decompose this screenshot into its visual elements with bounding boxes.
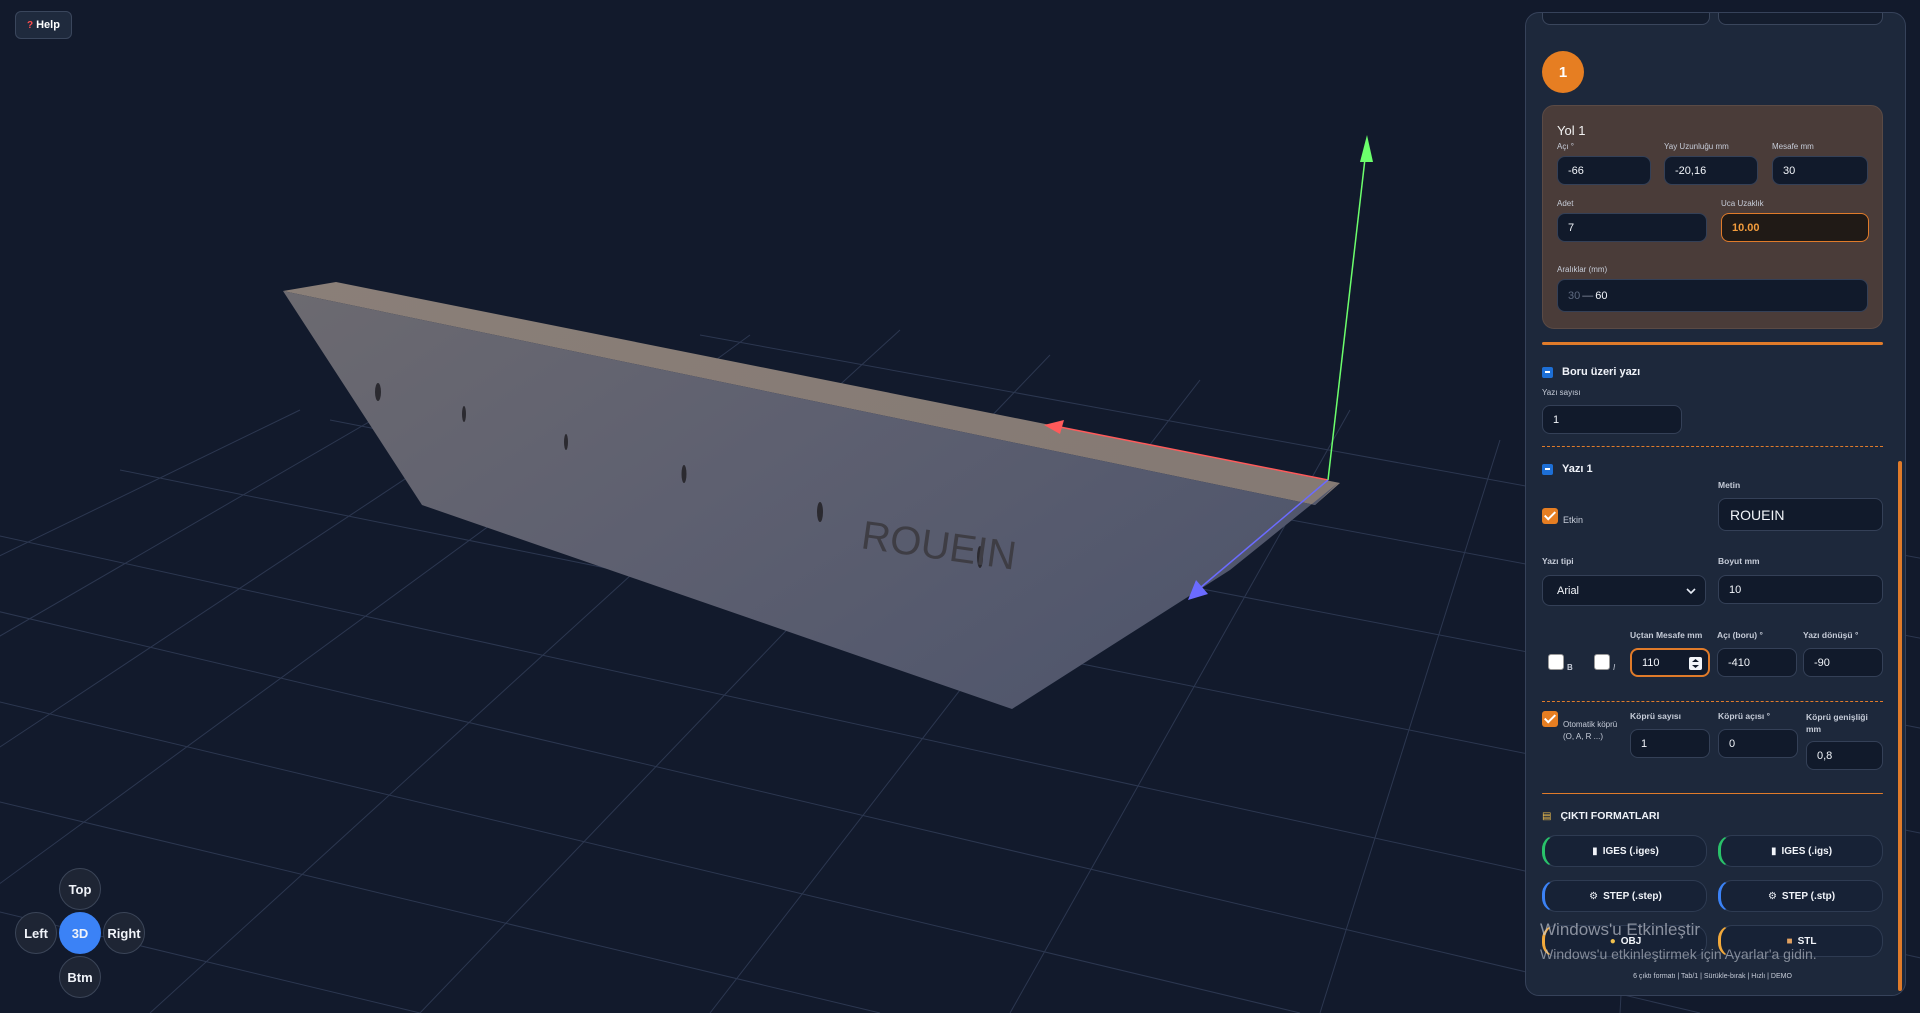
bridge-count-label: Köprü sayısı [1630, 711, 1682, 721]
dashed-divider [1542, 701, 1883, 702]
spinner-icon[interactable] [1689, 657, 1702, 670]
bridge-angle-label: Köprü açısı ° [1718, 711, 1771, 721]
italic-checkbox[interactable] [1594, 654, 1610, 670]
previous-field-2[interactable] [1718, 13, 1883, 25]
text-count-label: Yazı sayısı [1542, 388, 1581, 397]
distance-label: Mesafe mm [1772, 142, 1814, 151]
text-count-input[interactable]: 1 [1542, 405, 1682, 434]
export-step-label: STEP (.step) [1603, 890, 1662, 902]
size-label: Boyut mm [1718, 556, 1760, 566]
document-icon: ▮ [1592, 845, 1598, 857]
text-rotation-input[interactable]: -90 [1803, 648, 1883, 677]
path-title: Yol 1 [1557, 123, 1586, 138]
enabled-label: Etkin [1563, 515, 1584, 525]
end-offset-value: 110 [1642, 656, 1660, 669]
font-label: Yazı tipi [1542, 556, 1574, 566]
output-formats-title: ÇIKTI FORMATLARI [1560, 810, 1660, 822]
export-stp-label: STEP (.stp) [1781, 890, 1836, 902]
bridge-angle-input[interactable]: 0 [1718, 729, 1798, 758]
text-rotation-label: Yazı dönüşü ° [1803, 630, 1859, 640]
end-distance-input[interactable]: 10.00 [1721, 213, 1869, 242]
angle-label: Açı ° [1557, 142, 1574, 151]
chevron-down-icon [1686, 588, 1696, 595]
path-number-badge: 1 [1542, 51, 1584, 93]
cube-icon: ■ [1786, 935, 1793, 947]
intervals-value: 60 [1595, 289, 1608, 302]
bridge-width-label: Köprü genişliği mm [1806, 712, 1868, 734]
help-button[interactable]: ? Help [15, 11, 72, 39]
end-offset-input[interactable]: 110 [1630, 648, 1710, 677]
export-step-button[interactable]: ⚙ STEP (.step) [1542, 880, 1707, 912]
activation-watermark-subtitle: Windows'u etkinleştirmek için Ayarlar'a … [1540, 946, 1817, 962]
enabled-checkbox[interactable] [1542, 508, 1558, 524]
path-card: Yol 1 Açı ° Yay Uzunluğu mm Mesafe mm -6… [1542, 105, 1883, 329]
pipe-angle-input[interactable]: -410 [1717, 648, 1797, 677]
intervals-label: Aralıklar (mm) [1557, 265, 1608, 274]
panel-scrollbar[interactable] [1898, 461, 1902, 991]
intervals-prefix: 30 [1568, 289, 1581, 302]
arc-length-input[interactable]: -20,16 [1664, 156, 1758, 185]
document-icon: ▮ [1770, 845, 1777, 857]
activation-watermark-title: Windows'u Etkinleştir [1540, 920, 1701, 939]
intervals-separator: — [1582, 289, 1594, 302]
distance-input[interactable]: 30 [1772, 156, 1868, 185]
previous-field[interactable] [1542, 13, 1710, 25]
export-stp-button[interactable]: ⚙ STEP (.stp) [1718, 880, 1883, 912]
question-icon: ? [27, 19, 34, 31]
bold-checkbox[interactable] [1548, 654, 1564, 670]
pipe-angle-label: Açı (boru) ° [1717, 630, 1763, 640]
size-input[interactable]: 10 [1718, 575, 1883, 604]
angle-input[interactable]: -66 [1557, 156, 1651, 185]
section-divider [1542, 342, 1883, 345]
auto-bridge-label: Otomatik köprü (O, A, R ...) [1563, 720, 1618, 741]
text-1-section[interactable]: Yazı 1 [1542, 463, 1593, 475]
font-select-value: Arial [1557, 584, 1580, 597]
text-on-pipe-title: Boru üzeri yazı [1562, 366, 1641, 378]
export-stl-label: STL [1797, 935, 1817, 947]
intervals-input[interactable]: 30—60 [1557, 279, 1868, 312]
output-formats-section: ▤ ÇIKTI FORMATLARI [1542, 810, 1659, 822]
font-select[interactable]: Arial [1542, 575, 1706, 606]
count-input[interactable]: 7 [1557, 213, 1707, 242]
export-igs-label: IGES (.igs) [1781, 845, 1833, 857]
count-label: Adet [1557, 199, 1574, 208]
view-top-button[interactable]: Top [59, 868, 101, 910]
dashed-divider [1542, 446, 1883, 447]
text-1-title: Yazı 1 [1562, 463, 1593, 475]
bridge-width-input[interactable]: 0,8 [1806, 741, 1883, 770]
export-iges-button[interactable]: ▮ IGES (.iges) [1542, 835, 1707, 867]
help-label: Help [36, 19, 60, 31]
collapse-icon[interactable] [1542, 366, 1553, 378]
folder-icon: ▤ [1542, 810, 1552, 822]
footer-note: 6 çıktı formatı | Tab/1 | Sürükle-bırak … [1633, 973, 1792, 980]
text-on-pipe-section[interactable]: Boru üzeri yazı [1542, 366, 1640, 378]
part-front-face [283, 291, 1338, 709]
view-right-button[interactable]: Right [103, 912, 145, 954]
gear-icon: ⚙ [1767, 890, 1777, 902]
end-distance-label: Uca Uzaklık [1721, 199, 1764, 208]
gear-icon: ⚙ [1589, 890, 1599, 902]
collapse-icon[interactable] [1542, 463, 1553, 475]
text-input[interactable]: ROUEIN [1718, 498, 1883, 531]
view-left-button[interactable]: Left [15, 912, 57, 954]
settings-panel: 1 Yol 1 Açı ° Yay Uzunluğu mm Mesafe mm … [1525, 12, 1906, 996]
text-label: Metin [1718, 480, 1741, 490]
bold-label: B [1567, 663, 1573, 672]
export-igs-button[interactable]: ▮ IGES (.igs) [1718, 835, 1883, 867]
view-bottom-button[interactable]: Btm [59, 956, 101, 998]
output-divider [1542, 793, 1883, 794]
view-3d-button[interactable]: 3D [59, 912, 101, 954]
export-iges-label: IGES (.iges) [1602, 845, 1659, 857]
arc-length-label: Yay Uzunluğu mm [1664, 142, 1729, 151]
italic-label: I [1613, 663, 1616, 672]
y-axis[interactable] [1327, 149, 1367, 481]
bridge-count-input[interactable]: 1 [1630, 729, 1710, 758]
y-axis-arrow[interactable] [1360, 135, 1373, 162]
end-offset-label: Uçtan Mesafe mm [1630, 630, 1703, 640]
